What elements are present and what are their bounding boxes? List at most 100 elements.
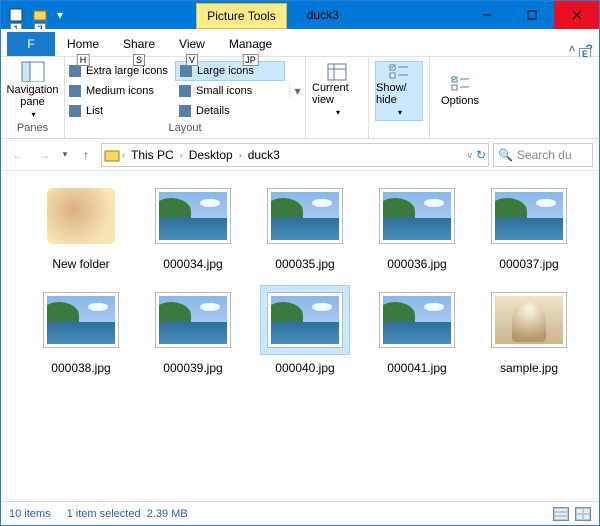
item-label: 000036.jpg	[387, 257, 446, 271]
file-tab[interactable]: F	[7, 32, 55, 56]
tab-view[interactable]: View V	[167, 32, 217, 56]
list-item[interactable]: 000036.jpg	[365, 181, 469, 271]
ribbon-body: Navigation pane Panes Extra large iconsL…	[1, 57, 599, 139]
list-item[interactable]: New folder	[29, 181, 133, 271]
list-item[interactable]: 000037.jpg	[477, 181, 581, 271]
thumbnails-view-icon[interactable]	[575, 507, 591, 521]
item-label: sample.jpg	[500, 361, 558, 375]
tab-manage-key: JP	[242, 54, 259, 66]
status-size: 2.39 MB	[147, 508, 188, 520]
item-label: 000040.jpg	[275, 361, 334, 375]
layout-options: Extra large iconsLarge iconsMedium icons…	[65, 61, 285, 121]
item-thumbnail	[488, 289, 570, 351]
crumb-desktop[interactable]: Desktop	[185, 148, 237, 162]
tab-manage[interactable]: Manage JP	[217, 32, 284, 56]
list-item[interactable]: 000035.jpg	[253, 181, 357, 271]
ribbon-help-area: ˄ ? E	[569, 42, 593, 56]
minimize-button[interactable]	[464, 1, 509, 29]
chevron-right-icon[interactable]: ›	[122, 150, 125, 160]
list-item[interactable]: 000039.jpg	[141, 285, 245, 375]
help-icon[interactable]: ? E	[586, 42, 593, 56]
layout-option[interactable]: Details	[175, 101, 285, 121]
window-title: duck3	[307, 8, 339, 22]
status-bar: 10 items 1 item selected 2.39 MB	[1, 501, 599, 525]
address-bar: ← → ▾ ↑ › This PC › Desktop › duck3 v ↻ …	[1, 139, 599, 171]
tab-home[interactable]: Home H	[55, 32, 111, 56]
details-view-icon[interactable]	[553, 507, 569, 521]
group-options: Options	[430, 57, 490, 138]
item-thumbnail	[376, 185, 458, 247]
nav-up-icon[interactable]: ↑	[75, 144, 97, 166]
item-thumbnail	[152, 289, 234, 351]
tab-view-key: V	[186, 54, 198, 66]
item-label: 000034.jpg	[163, 257, 222, 271]
item-label: 000041.jpg	[387, 361, 446, 375]
collapse-ribbon-icon[interactable]: ˄	[569, 42, 576, 56]
chevron-right-icon[interactable]: ›	[180, 150, 183, 160]
layout-item-label: Medium icons	[86, 85, 154, 97]
current-view-button[interactable]: Current view	[312, 61, 362, 121]
item-thumbnail	[40, 185, 122, 247]
layout-more-icon[interactable]: ▾	[289, 84, 305, 98]
tab-home-key: H	[77, 54, 90, 66]
list-item[interactable]: 000038.jpg	[29, 285, 133, 375]
item-thumbnail	[488, 185, 570, 247]
nav-back-icon[interactable]: ←	[7, 144, 29, 166]
item-label: 000039.jpg	[163, 361, 222, 375]
ribbon-tabs: F Home H Share S View V Manage JP ˄ ? E	[1, 29, 599, 57]
layout-option[interactable]: Small icons	[175, 81, 285, 101]
qat-newfolder-icon[interactable]: 2	[29, 4, 51, 26]
show-hide-label: Show/ hide	[376, 82, 422, 106]
current-view-label: Current view	[312, 82, 362, 106]
navigation-pane-label: Navigation pane	[7, 84, 59, 108]
group-panes: Navigation pane Panes	[1, 57, 65, 138]
quick-access-toolbar: 1 2 ▾	[1, 1, 71, 29]
title-area: Picture Tools duck3	[71, 1, 464, 29]
nav-forward-icon[interactable]: →	[33, 144, 55, 166]
group-layout: Extra large iconsLarge iconsMedium icons…	[65, 57, 306, 138]
crumb-duck3[interactable]: duck3	[244, 148, 284, 162]
layout-item-icon	[69, 105, 81, 117]
navigation-pane-button[interactable]: Navigation pane	[7, 61, 59, 121]
options-button[interactable]: Options	[436, 61, 484, 121]
breadcrumb[interactable]: › This PC › Desktop › duck3 v ↻	[101, 143, 489, 167]
options-label: Options	[441, 95, 479, 107]
address-dropdown-icon[interactable]: v	[467, 150, 472, 160]
list-item[interactable]: 000040.jpg	[253, 285, 357, 375]
close-button[interactable]	[554, 1, 599, 29]
list-item[interactable]: 000041.jpg	[365, 285, 469, 375]
layout-item-icon	[180, 65, 192, 77]
group-show-hide: Show/ hide	[369, 57, 430, 138]
navigation-pane-icon	[21, 61, 45, 82]
view-switcher	[553, 507, 591, 521]
item-thumbnail	[264, 289, 346, 351]
maximize-button[interactable]	[509, 1, 554, 29]
layout-item-label: Details	[196, 105, 230, 117]
file-list[interactable]: New folder 000034.jpg 000035.jpg 000036.jpg…	[1, 171, 599, 501]
image-thumbnail	[491, 292, 567, 348]
tab-share-key: S	[133, 54, 145, 66]
tab-share[interactable]: Share S	[111, 32, 167, 56]
qat-dropdown-icon[interactable]: ▾	[53, 4, 67, 26]
item-thumbnail	[152, 185, 234, 247]
group-current-view: Current view	[306, 57, 369, 138]
search-input[interactable]: 🔍 Search du	[493, 143, 593, 167]
search-icon: 🔍	[498, 148, 513, 162]
list-item[interactable]: sample.jpg	[477, 285, 581, 375]
item-thumbnail	[264, 185, 346, 247]
layout-item-icon	[69, 85, 81, 97]
layout-option[interactable]: List	[65, 101, 175, 121]
title-bar: 1 2 ▾ Picture Tools duck3	[1, 1, 599, 29]
window-controls	[464, 1, 599, 29]
tab-share-label: Share	[123, 37, 155, 51]
item-label: New folder	[52, 257, 109, 271]
nav-recent-icon[interactable]: ▾	[59, 144, 71, 166]
qat-properties-icon[interactable]: 1	[5, 4, 27, 26]
refresh-icon[interactable]: ↻	[476, 148, 486, 162]
group-layout-label: Layout	[65, 122, 305, 138]
chevron-right-icon[interactable]: ›	[239, 150, 242, 160]
layout-option[interactable]: Medium icons	[65, 81, 175, 101]
crumb-this-pc[interactable]: This PC	[127, 148, 178, 162]
list-item[interactable]: 000034.jpg	[141, 181, 245, 271]
show-hide-button[interactable]: Show/ hide	[375, 61, 423, 121]
